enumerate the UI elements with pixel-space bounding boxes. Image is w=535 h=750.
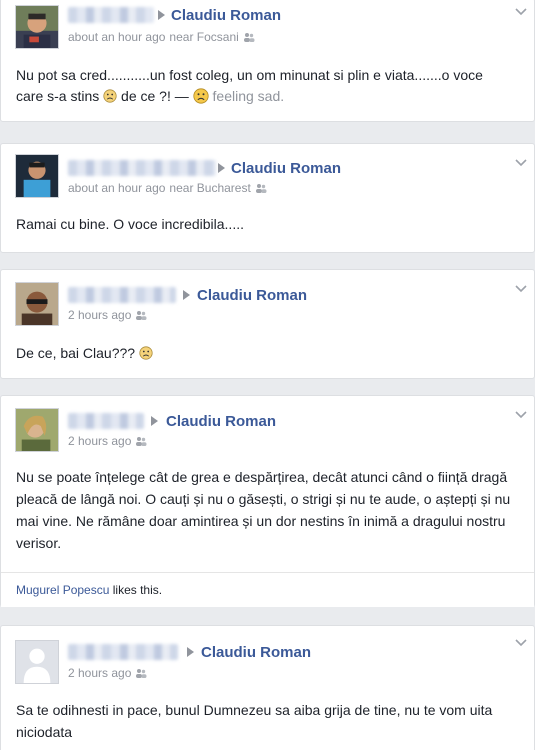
blurred-name: [68, 644, 178, 660]
post-text: Nu se poate înțelege cât de grea e despă…: [16, 469, 511, 551]
post: Claudiu Roman about an hour ago near Buc…: [0, 143, 535, 253]
timestamp[interactable]: about an hour ago: [68, 181, 165, 195]
chevron-down-icon[interactable]: [514, 158, 528, 168]
timestamp[interactable]: about an hour ago: [68, 30, 165, 44]
post-header: Claudiu Roman 2 hours ago: [1, 270, 534, 326]
avatar[interactable]: [15, 640, 59, 684]
post-header: Claudiu Roman about an hour ago near Buc…: [1, 144, 534, 200]
arrow-icon: [218, 163, 225, 173]
blurred-name: [68, 287, 176, 303]
likes-bar: Mugurel Popescu likes this.: [1, 572, 534, 607]
blurred-name: [68, 413, 144, 429]
chevron-down-icon[interactable]: [514, 410, 528, 420]
author-name[interactable]: Claudiu Roman: [166, 413, 276, 430]
post-text-part: De ce, bai Clau???: [16, 345, 136, 361]
post-meta: about an hour ago near Bucharest: [68, 181, 267, 195]
post-text: Nu pot sa cred...........un fost coleg, …: [16, 65, 512, 107]
post-header: Claudiu Roman 2 hours ago: [1, 396, 534, 452]
friends-icon[interactable]: [135, 310, 147, 320]
friends-icon[interactable]: [135, 668, 147, 678]
arrow-icon: [158, 10, 165, 20]
post-header: Claudiu Roman about an hour ago near Foc…: [1, 0, 534, 55]
post: Claudiu Roman 2 hours ago Nu se poate în…: [0, 395, 535, 607]
avatar[interactable]: [15, 5, 59, 49]
post-text-part: de ce ?! —: [121, 88, 189, 104]
arrow-icon: [151, 416, 158, 426]
location[interactable]: near Focsani: [169, 30, 238, 44]
sad-face-icon: [193, 88, 209, 104]
post-header: Claudiu Roman 2 hours ago: [1, 626, 534, 684]
friends-icon[interactable]: [135, 436, 147, 446]
post: Claudiu Roman 2 hours ago De ce, bai Cla…: [0, 269, 535, 379]
post: Claudiu Roman 2 hours ago Sa te odihnest…: [0, 625, 535, 750]
timestamp[interactable]: 2 hours ago: [68, 434, 131, 448]
sad-face-icon: [139, 346, 153, 360]
post-meta: 2 hours ago: [68, 308, 147, 322]
timestamp[interactable]: 2 hours ago: [68, 308, 131, 322]
location[interactable]: near Bucharest: [169, 181, 250, 195]
arrow-icon: [187, 647, 194, 657]
liker-name[interactable]: Mugurel Popescu: [16, 583, 109, 597]
arrow-icon: [183, 290, 190, 300]
post-meta: 2 hours ago: [68, 434, 147, 448]
chevron-down-icon[interactable]: [514, 7, 528, 17]
friends-icon[interactable]: [243, 32, 255, 42]
avatar[interactable]: [15, 282, 59, 326]
feeling-text[interactable]: feeling sad.: [213, 88, 285, 104]
likes-text: likes this.: [112, 583, 163, 597]
avatar[interactable]: [15, 154, 59, 198]
post-text: De ce, bai Clau???: [16, 343, 512, 364]
timestamp[interactable]: 2 hours ago: [68, 666, 131, 680]
blurred-name: [68, 160, 216, 176]
post-text: Ramai cu bine. O voce incredibila.....: [16, 216, 244, 232]
blurred-name: [68, 7, 154, 23]
post-text: Sa te odihnesti in pace, bunul Dumnezeu …: [16, 702, 493, 740]
author-name[interactable]: Claudiu Roman: [171, 7, 281, 24]
post: Claudiu Roman about an hour ago near Foc…: [0, 0, 535, 122]
author-name[interactable]: Claudiu Roman: [201, 644, 311, 661]
chevron-down-icon[interactable]: [514, 284, 528, 294]
post-meta: 2 hours ago: [68, 666, 147, 680]
chevron-down-icon[interactable]: [514, 638, 528, 648]
friends-icon[interactable]: [255, 183, 267, 193]
author-name[interactable]: Claudiu Roman: [231, 160, 341, 177]
avatar[interactable]: [15, 408, 59, 452]
post-meta: about an hour ago near Focsani: [68, 30, 255, 44]
sad-face-icon: [103, 89, 117, 103]
author-name[interactable]: Claudiu Roman: [197, 287, 307, 304]
